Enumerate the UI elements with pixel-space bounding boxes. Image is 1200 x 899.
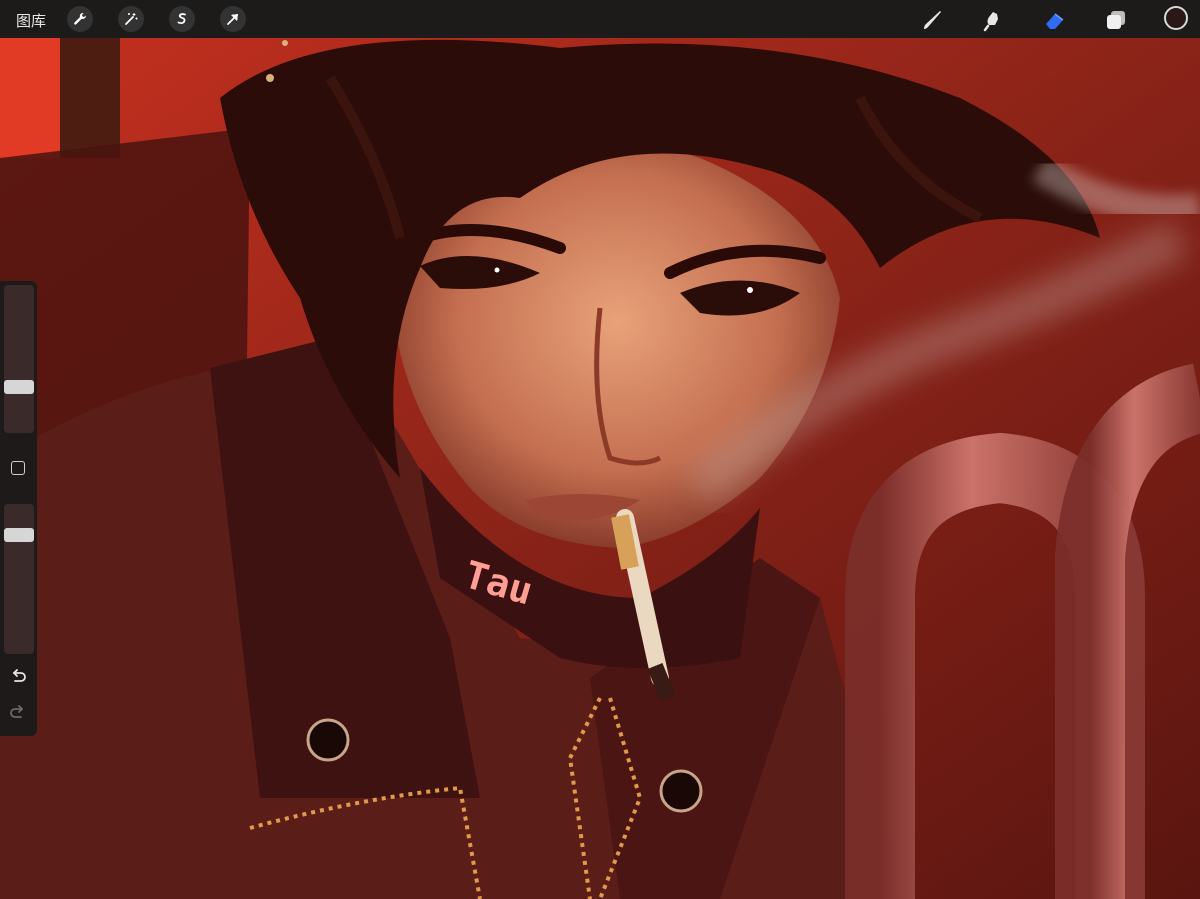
modify-square-button[interactable] [11,461,25,475]
smudge-icon[interactable] [980,6,1008,34]
wrench-icon[interactable] [67,6,93,32]
brush-opacity-slider[interactable] [4,504,34,654]
bg-highlight [0,38,60,158]
gallery-button[interactable]: 图库 [16,10,46,31]
redo-icon[interactable] [8,702,28,722]
cigarette-filter [611,514,639,570]
brush-opacity-thumb[interactable] [4,528,34,542]
eraser-icon[interactable] [1041,6,1069,34]
earring [282,40,288,46]
left-eye-highlight [494,267,500,273]
drawing-canvas[interactable]: Tau [0,38,1200,899]
transform-arrow-icon[interactable] [220,6,246,32]
earring [266,74,274,82]
color-picker-swatch[interactable] [1164,6,1188,30]
brush-size-slider[interactable] [4,285,34,433]
bg-wood-strip [60,38,120,158]
selection-icon[interactable] [169,6,195,32]
brush-icon[interactable] [919,6,947,34]
left-sidebar [0,281,37,736]
magic-wand-icon[interactable] [118,6,144,32]
brush-size-thumb[interactable] [4,380,34,394]
right-eye-highlight [747,287,753,293]
jacket-button [659,769,703,813]
top-toolbar: 图库 [0,0,1200,38]
jacket-button [306,718,350,762]
undo-icon[interactable] [8,666,28,686]
layers-icon[interactable] [1102,6,1130,34]
artwork: Tau [0,38,1200,899]
